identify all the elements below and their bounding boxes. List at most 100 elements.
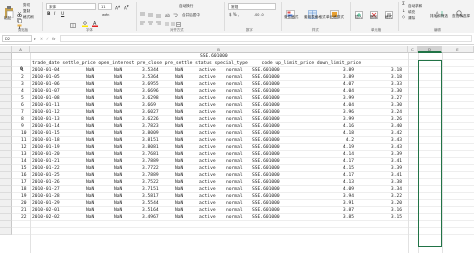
- clear-icon[interactable]: ◇: [402, 15, 405, 19]
- data-cell: active: [199, 208, 216, 214]
- cut-button[interactable]: 剪切: [23, 3, 30, 7]
- row-header[interactable]: [0, 123, 12, 130]
- font-name-select[interactable]: 宋体: [46, 3, 96, 10]
- row-header[interactable]: [0, 207, 12, 214]
- paste-button[interactable]: 粘贴: [4, 16, 11, 20]
- autosum-icon[interactable]: Σ: [402, 2, 405, 7]
- row-header[interactable]: [0, 67, 12, 74]
- row-header[interactable]: [0, 116, 12, 123]
- name-box[interactable]: D2: [2, 35, 32, 42]
- row-header[interactable]: [0, 151, 12, 158]
- column-header-c[interactable]: C: [408, 46, 418, 53]
- merge-center-button[interactable]: 合并后居中: [182, 13, 200, 17]
- row-header[interactable]: [0, 60, 12, 67]
- row-header[interactable]: [0, 172, 12, 179]
- row-header[interactable]: [0, 214, 12, 221]
- delete-button[interactable]: 删除: [370, 15, 377, 19]
- autosum-button[interactable]: 自动求和: [408, 4, 422, 8]
- select-all-corner[interactable]: [0, 46, 12, 53]
- data-cell: 2010-01-13: [32, 117, 60, 123]
- italic-button[interactable]: I: [54, 12, 55, 17]
- data-cell: NaN: [114, 194, 123, 200]
- formula-input[interactable]: [60, 35, 472, 42]
- clear-button[interactable]: 清除: [408, 16, 415, 20]
- row-header[interactable]: [0, 102, 12, 109]
- row-header[interactable]: [0, 165, 12, 172]
- row-header[interactable]: [0, 228, 12, 235]
- enter-icon[interactable]: ✓: [46, 37, 49, 41]
- row-header[interactable]: [0, 137, 12, 144]
- column-header-a[interactable]: A: [12, 46, 30, 53]
- data-cell: 3.30: [390, 89, 402, 95]
- data-cell: NaN: [175, 131, 184, 137]
- insert-function-button[interactable]: fx: [52, 37, 55, 41]
- row-header[interactable]: [0, 81, 12, 88]
- column-gridline: [30, 53, 31, 253]
- borders-icon[interactable]: [70, 13, 76, 32]
- column-header-b[interactable]: B: [30, 46, 408, 53]
- data-cell: 2010-01-25: [32, 173, 60, 179]
- conditional-format-button[interactable]: 条件格式: [284, 15, 298, 19]
- cell-styles-icon[interactable]: [330, 4, 339, 23]
- sort-filter-icon[interactable]: AZ: [436, 3, 444, 22]
- row-header[interactable]: [0, 109, 12, 116]
- row-header[interactable]: [0, 95, 12, 102]
- fill-button[interactable]: 填充: [408, 10, 415, 14]
- data-cell: 3.7722: [142, 166, 159, 172]
- underline-button[interactable]: U: [61, 12, 64, 17]
- row-header[interactable]: [0, 193, 12, 200]
- sort-filter-button[interactable]: 排序和筛选: [430, 14, 448, 18]
- data-cell: 4.2: [345, 138, 354, 144]
- decimal-places-icon[interactable]: .00 .0: [254, 13, 264, 17]
- wrap-text-button[interactable]: 自动换行: [179, 4, 193, 8]
- row-header[interactable]: [0, 74, 12, 81]
- data-cell: 3.4967: [142, 215, 159, 221]
- data-cell: 3.91: [342, 201, 354, 207]
- row-header[interactable]: [0, 88, 12, 95]
- row-header[interactable]: [0, 186, 12, 193]
- name-box-dropdown-icon[interactable]: ▾: [34, 37, 36, 41]
- insert-icon[interactable]: [355, 4, 363, 23]
- data-cell: SSE.601000: [252, 159, 280, 165]
- column-header-d[interactable]: D: [418, 46, 442, 53]
- data-cell: NaN: [175, 110, 184, 116]
- fill-icon[interactable]: ↓: [402, 9, 405, 13]
- cell-styles-button[interactable]: 单元格样式: [326, 15, 344, 19]
- format-icon[interactable]: [385, 4, 393, 23]
- worksheet-grid[interactable]: A B C D E SSE.601000 trade_date settle_pr…: [0, 46, 474, 253]
- find-select-icon[interactable]: [456, 3, 464, 22]
- row-header[interactable]: [0, 53, 12, 60]
- shrink-font-icon[interactable]: A▼: [124, 5, 129, 10]
- data-cell: active: [199, 159, 216, 165]
- format-button[interactable]: 格式: [385, 15, 392, 19]
- row-header[interactable]: [0, 179, 12, 186]
- insert-button[interactable]: 插入: [355, 15, 362, 19]
- font-size-select[interactable]: 11: [98, 3, 112, 10]
- copy-button[interactable]: 复制: [23, 9, 30, 13]
- row-header[interactable]: [0, 221, 12, 228]
- data-cell: SSE.601000: [252, 173, 280, 179]
- accounting-format-icon[interactable]: $ % ,: [229, 13, 239, 17]
- data-cell: 3.5817: [142, 194, 159, 200]
- phonetic-icon[interactable]: wén: [102, 13, 109, 17]
- find-select-button[interactable]: 查找和选择: [452, 14, 470, 18]
- row-header[interactable]: [0, 200, 12, 207]
- delete-icon[interactable]: [370, 4, 378, 23]
- format-painter-button[interactable]: 格式刷: [23, 15, 34, 19]
- row-header[interactable]: [0, 144, 12, 151]
- conditional-format-icon[interactable]: [286, 4, 295, 23]
- paste-icon[interactable]: [4, 3, 14, 19]
- format-as-table-button[interactable]: 套用表格格式: [304, 15, 326, 19]
- number-format-select[interactable]: 常规: [228, 3, 276, 10]
- row-index: 18: [21, 187, 27, 193]
- row-header[interactable]: [0, 130, 12, 137]
- row-header[interactable]: [0, 158, 12, 165]
- grow-font-icon[interactable]: A▲: [115, 5, 120, 12]
- column-header-e[interactable]: E: [442, 46, 474, 53]
- group-label-alignment: 对齐方式: [170, 28, 184, 32]
- cancel-icon[interactable]: ✕: [40, 37, 43, 41]
- format-as-table-icon[interactable]: [308, 4, 317, 23]
- bold-button[interactable]: B: [47, 12, 50, 17]
- group-label-cells: 单元格: [371, 28, 382, 32]
- cell-selection[interactable]: [418, 60, 442, 247]
